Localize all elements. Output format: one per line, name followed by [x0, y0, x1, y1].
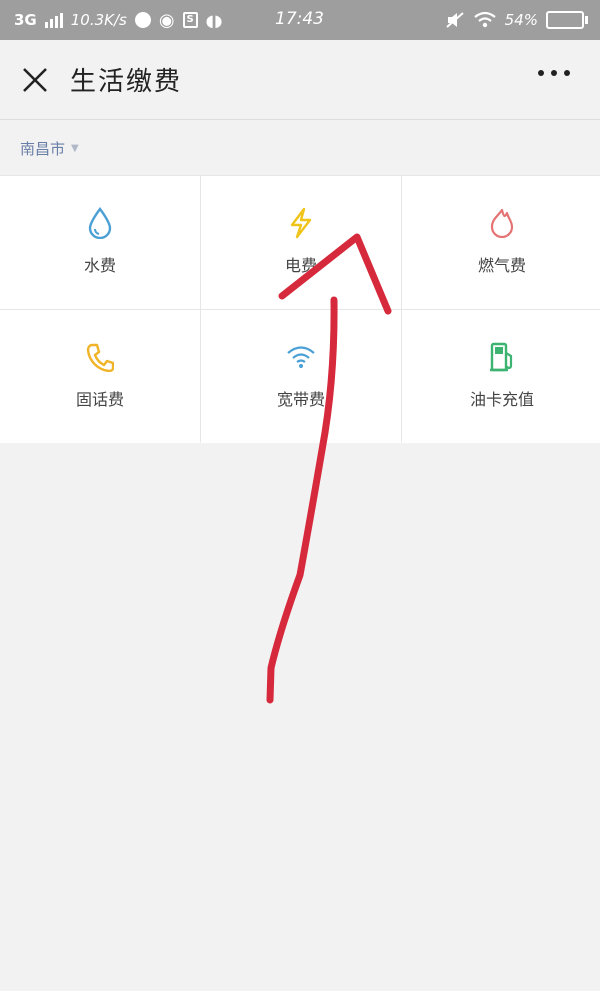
more-button[interactable] — [538, 70, 570, 76]
lightning-icon — [284, 206, 318, 240]
network-type: 3G — [14, 11, 37, 29]
message-icon — [134, 12, 151, 28]
nav-bar: 生活缴费 — [0, 40, 600, 120]
more-icon — [538, 70, 544, 76]
page-title: 生活缴费 — [70, 67, 183, 97]
battery-icon — [546, 11, 588, 29]
service-label: 宽带费 — [276, 390, 325, 409]
service-water[interactable]: 水费 — [0, 176, 200, 309]
signal-icon — [44, 12, 63, 28]
service-label: 水费 — [83, 256, 116, 275]
status-bar: 3G 10.3K/s ◉ S ◖◗ 17:43 54% — [0, 0, 600, 40]
phone-icon — [83, 340, 117, 374]
network-speed: 10.3K/s — [70, 11, 127, 29]
flame-icon — [485, 206, 519, 240]
city-name: 南昌市 — [20, 139, 66, 158]
wifi-icon — [284, 340, 318, 374]
water-drop-icon — [83, 206, 117, 240]
status-right: 54% — [445, 11, 588, 29]
service-label: 电费 — [284, 256, 317, 275]
service-label: 燃气费 — [477, 256, 526, 275]
service-gas[interactable]: 燃气费 — [402, 176, 600, 309]
status-left: 3G 10.3K/s ◉ S ◖◗ — [14, 10, 222, 31]
service-electricity[interactable]: 电费 — [201, 176, 401, 309]
service-broadband[interactable]: 宽带费 — [201, 310, 401, 443]
battery-percent: 54% — [504, 11, 538, 29]
weibo-icon: ◉ — [158, 9, 175, 31]
chevron-down-icon: ▼ — [71, 142, 79, 154]
fuel-pump-icon — [485, 340, 519, 374]
vibrate-icon: ◖◗ — [205, 10, 223, 30]
wifi-icon — [473, 11, 496, 28]
s-icon: S — [182, 12, 198, 28]
status-time: 17:43 — [275, 9, 324, 29]
service-fuel-card[interactable]: 油卡充值 — [402, 310, 600, 443]
close-icon — [23, 67, 47, 92]
service-label: 固话费 — [75, 390, 124, 409]
service-landline[interactable]: 固话费 — [0, 310, 200, 443]
service-label: 油卡充值 — [469, 390, 534, 409]
mute-icon — [445, 12, 464, 28]
close-button[interactable] — [0, 40, 70, 120]
city-selector[interactable]: 南昌市 ▼ — [0, 121, 600, 175]
services-grid: 水费 电费 燃气费 固话费 宽带费 油卡充值 — [0, 175, 600, 443]
